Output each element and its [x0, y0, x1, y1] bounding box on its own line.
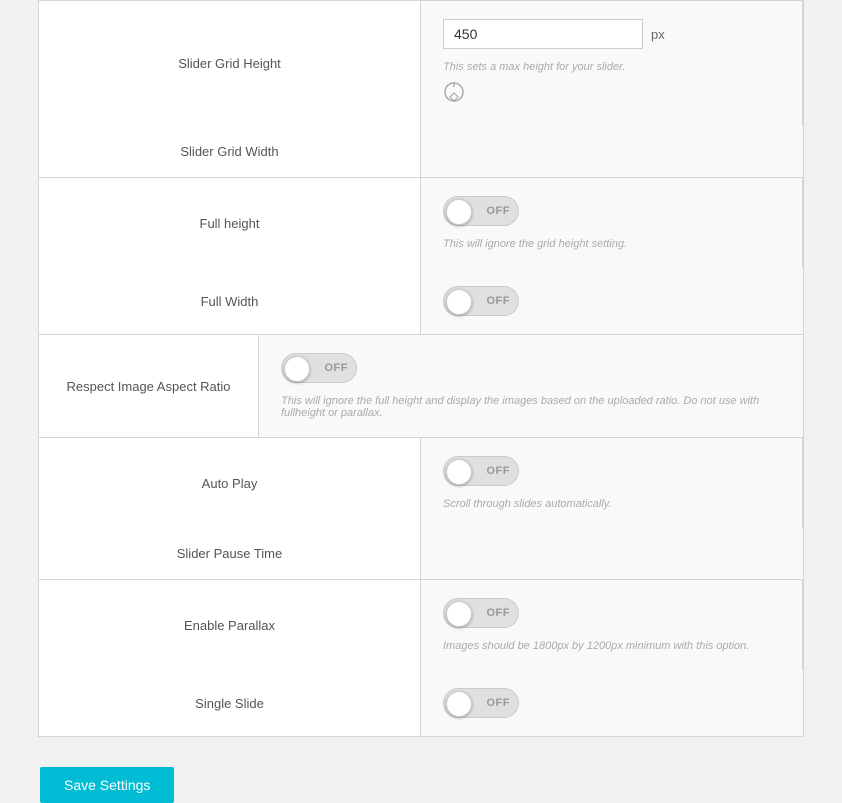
auto-play-desc: Scroll through slides automatically.: [443, 498, 780, 510]
respect-aspect-ratio-label: Respect Image Aspect Ratio: [39, 335, 259, 437]
px-unit-label: px: [651, 27, 665, 42]
slider-grid-height-label: Slider Grid Height: [39, 1, 421, 126]
single-slide-label: Single Slide: [39, 670, 421, 736]
full-width-toggle[interactable]: OFF: [443, 286, 519, 316]
slider-grid-width-label: Slider Grid Width: [39, 126, 421, 177]
row-full-height-width: Full height OFF This will ignore the gri…: [39, 178, 803, 335]
full-width-control: OFF: [421, 268, 803, 334]
respect-aspect-ratio-control: OFF This will ignore the full height and…: [259, 335, 803, 437]
slider-pause-time-label: Slider Pause Time: [39, 528, 421, 579]
slider-grid-height-input[interactable]: [443, 19, 643, 49]
cursor-icon: [443, 81, 465, 103]
full-height-control: OFF This will ignore the grid height set…: [421, 178, 803, 268]
row-respect-aspect-ratio: Respect Image Aspect Ratio OFF This will…: [39, 335, 803, 438]
slider-pause-time-control: [421, 528, 803, 579]
respect-aspect-ratio-toggle[interactable]: OFF: [281, 353, 357, 383]
settings-panel: Slider Grid Height px This sets a max he…: [0, 0, 842, 803]
slider-grid-width-control: [421, 126, 803, 177]
slider-grid-height-desc: This sets a max height for your slider.: [443, 61, 780, 73]
respect-aspect-ratio-desc: This will ignore the full height and dis…: [281, 395, 781, 419]
save-settings-button[interactable]: Save Settings: [40, 767, 174, 803]
full-height-toggle[interactable]: OFF: [443, 196, 519, 226]
full-width-label: Full Width: [39, 268, 421, 334]
full-height-label: Full height: [39, 178, 421, 268]
auto-play-toggle[interactable]: OFF: [443, 456, 519, 486]
auto-play-label: Auto Play: [39, 438, 421, 528]
height-input-wrapper: px: [443, 19, 780, 49]
enable-parallax-control: OFF Images should be 1800px by 1200px mi…: [421, 580, 803, 670]
settings-section: Slider Grid Height px This sets a max he…: [38, 0, 804, 737]
enable-parallax-label: Enable Parallax: [39, 580, 421, 670]
single-slide-toggle[interactable]: OFF: [443, 688, 519, 718]
row-parallax-single-slide: Enable Parallax OFF Images should be 180…: [39, 580, 803, 736]
full-height-desc: This will ignore the grid height setting…: [443, 238, 780, 250]
row-slider-grid-dimensions: Slider Grid Height px This sets a max he…: [39, 1, 803, 178]
slider-grid-height-control: px This sets a max height for your slide…: [421, 1, 803, 126]
single-slide-control: OFF: [421, 670, 803, 736]
row-auto-play-pause: Auto Play OFF Scroll through slides auto…: [39, 438, 803, 580]
auto-play-control: OFF Scroll through slides automatically.: [421, 438, 803, 528]
cursor-indicator: [443, 81, 780, 108]
footer-bar: Save Settings: [0, 757, 842, 803]
enable-parallax-desc: Images should be 1800px by 1200px minimu…: [443, 640, 780, 652]
